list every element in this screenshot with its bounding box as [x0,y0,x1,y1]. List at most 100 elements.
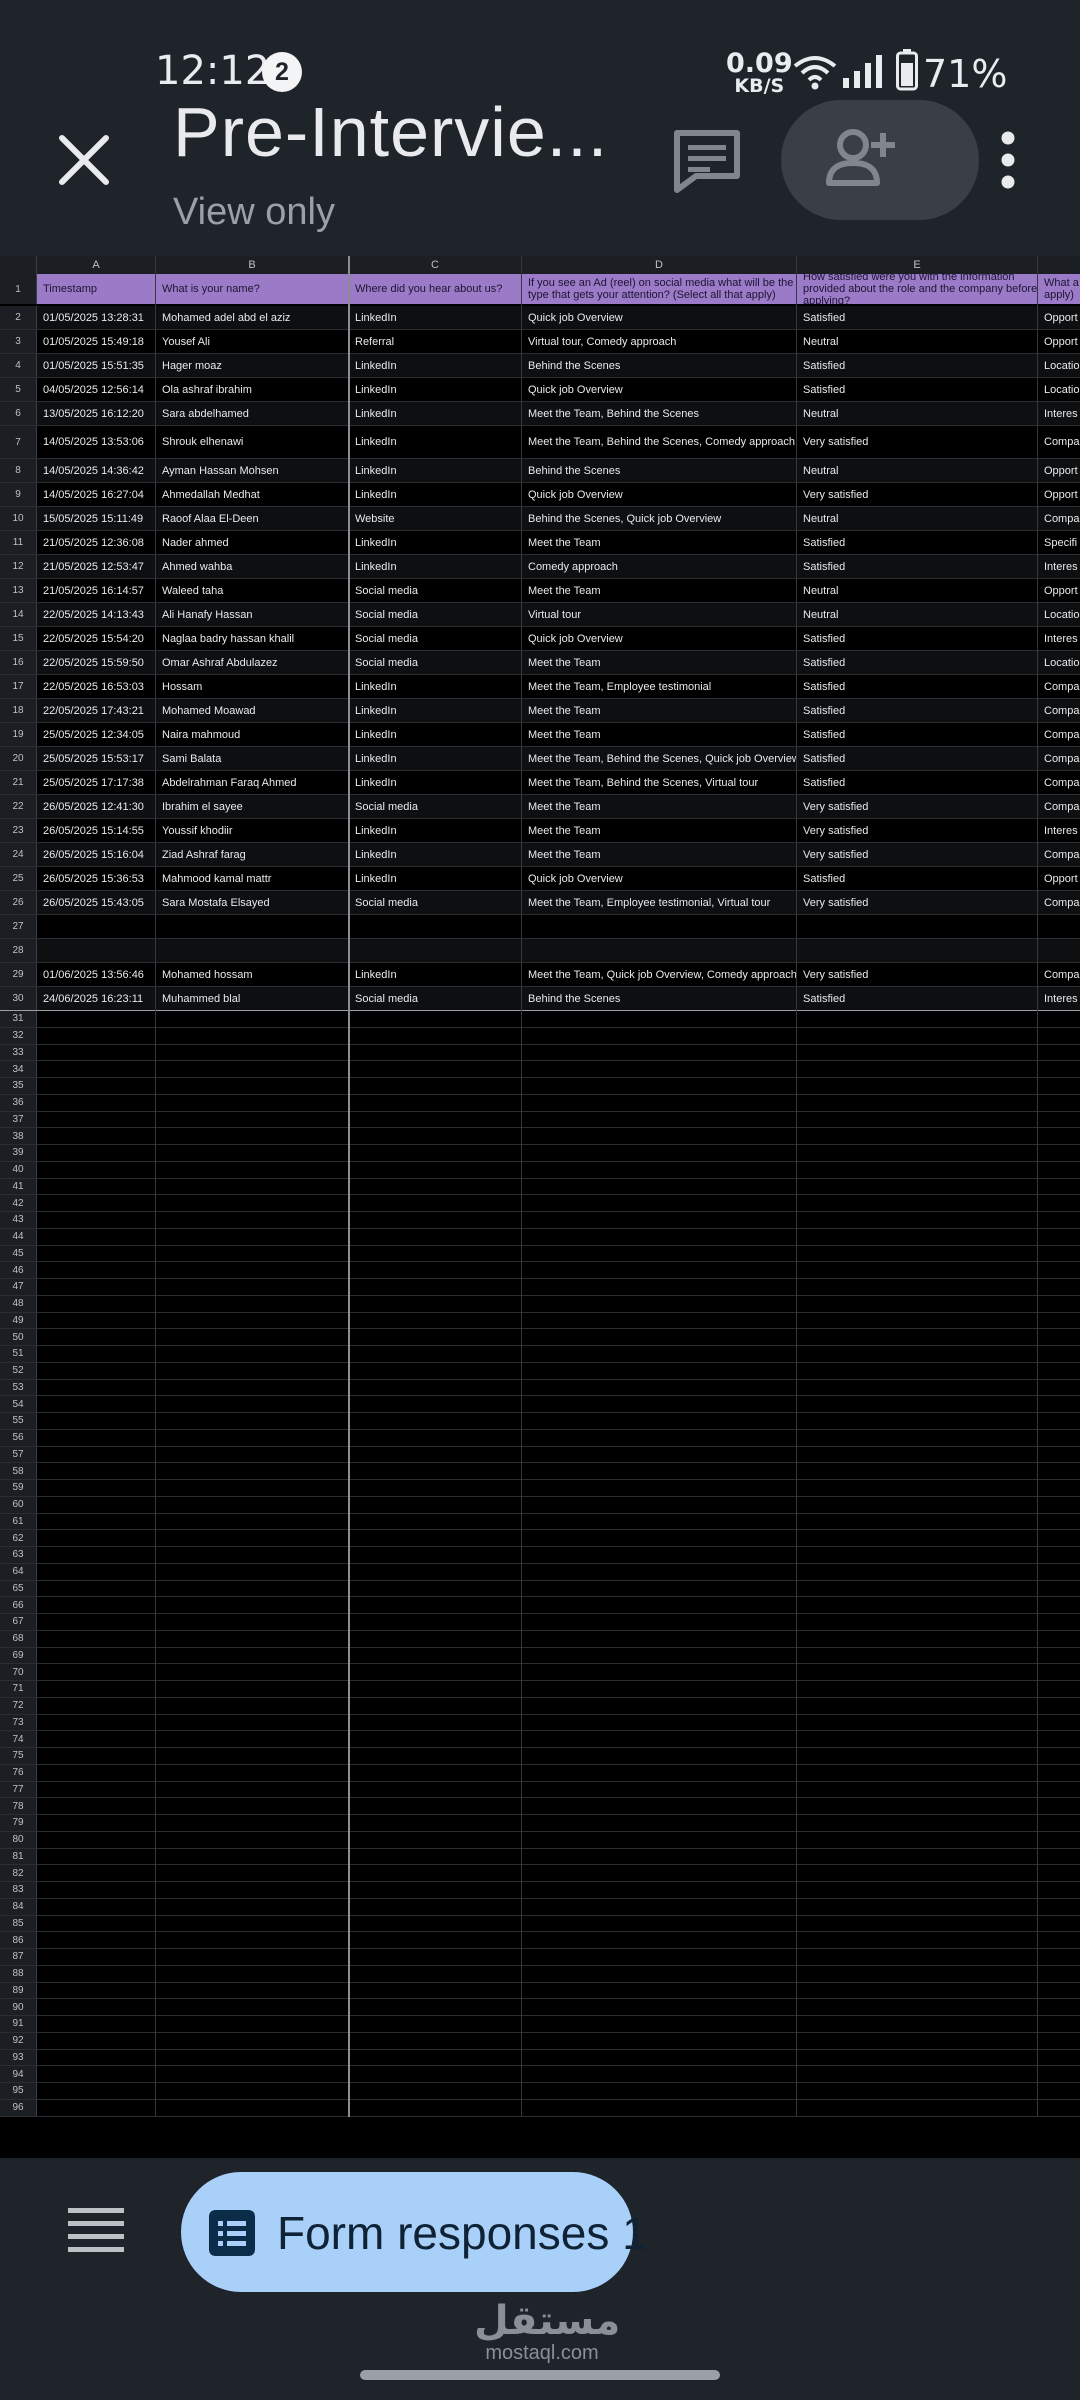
table-cell[interactable]: Virtual tour, Comedy approach [522,330,797,353]
table-cell[interactable]: Opport [1038,579,1080,602]
row-number[interactable]: 35 [0,1078,37,1094]
table-cell[interactable] [522,1916,797,1932]
table-cell[interactable] [37,1430,156,1446]
table-cell[interactable] [797,1363,1038,1379]
table-cell[interactable]: Social media [349,891,522,914]
table-row[interactable]: 52 [0,1362,1080,1380]
table-row[interactable]: 56 [0,1429,1080,1447]
table-cell[interactable]: Meet the Team, Behind the Scenes [522,402,797,425]
table-cell[interactable] [522,1447,797,1463]
table-row[interactable]: 12 21/05/2025 12:53:47 Ahmed wahba LinkedIn… [0,555,1080,579]
table-cell[interactable] [349,1547,522,1563]
table-cell[interactable]: Mohamed hossam [156,963,349,986]
table-cell[interactable]: Meet the Team [522,699,797,722]
table-cell[interactable]: Satisfied [797,378,1038,401]
table-cell[interactable] [797,1681,1038,1697]
table-cell[interactable] [797,2100,1038,2116]
table-cell[interactable] [797,1447,1038,1463]
row-number[interactable]: 22 [0,795,37,818]
table-cell[interactable] [156,1413,349,1429]
table-cell[interactable]: Compa [1038,891,1080,914]
table-row[interactable]: 38 [0,1128,1080,1145]
table-cell[interactable] [1038,1212,1080,1228]
table-cell[interactable] [37,1313,156,1329]
table-row[interactable]: 57 [0,1446,1080,1464]
column-title[interactable]: What a apply) [1038,274,1080,304]
row-number[interactable]: 52 [0,1362,37,1379]
table-cell[interactable] [37,1145,156,1161]
table-cell[interactable]: 15/05/2025 15:11:49 [37,507,156,530]
row-number[interactable]: 79 [0,1815,37,1831]
table-cell[interactable] [156,1916,349,1932]
table-row[interactable]: 83 [0,1882,1080,1899]
table-cell[interactable]: 14/05/2025 16:27:04 [37,483,156,506]
table-cell[interactable]: Neutral [797,459,1038,482]
table-cell[interactable] [37,1815,156,1831]
table-row[interactable]: 39 [0,1145,1080,1162]
row-number[interactable]: 30 [0,987,37,1010]
table-cell[interactable]: Meet the Team, Behind the Scenes, Virtua… [522,771,797,794]
table-row[interactable]: 18 22/05/2025 17:43:21 Mohamed Moawad Linke… [0,699,1080,723]
table-row[interactable]: 7 14/05/2025 13:53:06 Shrouk elhenawi Linke… [0,426,1080,459]
table-cell[interactable] [1038,1045,1080,1061]
table-cell[interactable] [1038,1279,1080,1295]
table-cell[interactable] [797,1949,1038,1965]
row-number[interactable]: 1 [0,274,37,304]
row-number[interactable]: 75 [0,1748,37,1764]
table-row[interactable]: 13 21/05/2025 16:14:57 Waleed taha Social m… [0,579,1080,603]
row-number[interactable]: 17 [0,675,37,698]
table-cell[interactable]: 13/05/2025 16:12:20 [37,402,156,425]
table-cell[interactable] [797,1246,1038,1262]
table-cell[interactable]: Referral [349,330,522,353]
column-title[interactable]: Where did you hear about us? [349,274,522,304]
table-cell[interactable] [1038,1463,1080,1479]
row-number[interactable]: 37 [0,1111,37,1128]
table-cell[interactable] [1038,1262,1080,1278]
table-cell[interactable] [156,1832,349,1848]
table-row[interactable]: 85 [0,1915,1080,1933]
table-cell[interactable] [37,1396,156,1412]
row-number[interactable]: 85 [0,1915,37,1932]
table-cell[interactable] [797,1430,1038,1446]
table-cell[interactable]: LinkedIn [349,771,522,794]
table-cell[interactable]: Waleed taha [156,579,349,602]
row-number[interactable]: 70 [0,1664,37,1680]
table-cell[interactable] [797,1179,1038,1195]
table-cell[interactable] [349,1966,522,1982]
table-cell[interactable] [797,1664,1038,1680]
table-cell[interactable] [349,1279,522,1295]
table-cell[interactable] [1038,1698,1080,1714]
table-cell[interactable]: Ayman Hassan Mohsen [156,459,349,482]
table-cell[interactable]: Meet the Team [522,723,797,746]
table-row[interactable]: 65 [0,1580,1080,1598]
table-cell[interactable] [349,1061,522,1077]
table-cell[interactable]: Hossam [156,675,349,698]
table-cell[interactable] [37,1279,156,1295]
table-cell[interactable] [797,1648,1038,1664]
table-cell[interactable]: 01/05/2025 15:49:18 [37,330,156,353]
table-cell[interactable]: Behind the Scenes [522,987,797,1010]
row-number[interactable]: 57 [0,1446,37,1463]
table-row[interactable]: 23 26/05/2025 15:14:55 Youssif khodiir Link… [0,819,1080,843]
table-cell[interactable]: Quick job Overview [522,867,797,890]
table-cell[interactable] [37,1296,156,1312]
table-cell[interactable] [349,1865,522,1881]
table-cell[interactable] [1038,1782,1080,1798]
table-cell[interactable]: Neutral [797,507,1038,530]
table-cell[interactable] [522,1497,797,1513]
row-number[interactable]: 23 [0,819,37,842]
table-cell[interactable] [349,1229,522,1245]
table-cell[interactable]: Ahmed wahba [156,555,349,578]
table-cell[interactable]: Opport [1038,867,1080,890]
table-row[interactable]: 37 [0,1111,1080,1129]
row-number[interactable]: 28 [0,939,37,962]
table-cell[interactable] [349,1313,522,1329]
row-number[interactable]: 11 [0,531,37,554]
table-cell[interactable] [156,1028,349,1044]
table-cell[interactable]: Sami Balata [156,747,349,770]
table-row[interactable]: 29 01/06/2025 13:56:46 Mohamed hossam Linke… [0,963,1080,987]
table-cell[interactable] [1038,1916,1080,1932]
table-cell[interactable]: Opport [1038,459,1080,482]
table-cell[interactable] [37,1832,156,1848]
table-cell[interactable] [349,1597,522,1613]
